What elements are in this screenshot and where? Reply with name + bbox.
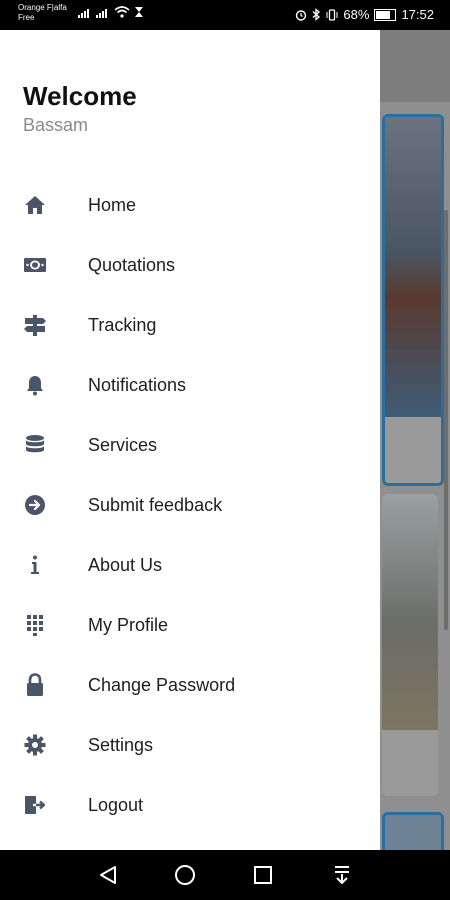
menu-item-label: Quotations: [88, 255, 176, 275]
money-icon: [23, 253, 47, 277]
logout-icon: [23, 793, 47, 817]
menu-item-about-us[interactable]: About Us: [0, 535, 380, 595]
drawer-title: Welcome: [23, 81, 137, 111]
hourglass-icon: [135, 7, 143, 17]
signpost-icon: [23, 313, 47, 337]
navigation-drawer: Welcome Bassam Home Quotations Tracking …: [0, 30, 380, 850]
carrier-line-1: Orange F|alfa: [18, 3, 67, 12]
battery-percent: 68%: [343, 7, 370, 22]
menu-item-change-password[interactable]: Change Password: [0, 655, 380, 715]
home-circle-icon[interactable]: [172, 862, 198, 888]
card-image: [385, 815, 441, 850]
info-icon: [23, 553, 47, 577]
dialpad-icon: [23, 613, 47, 637]
menu-item-label: Settings: [88, 735, 154, 755]
drawer-menu: Home Quotations Tracking Notifications S…: [0, 175, 380, 835]
bell-icon: [23, 373, 47, 397]
system-nav-bar: [0, 850, 450, 900]
signal-icon-2: [96, 8, 107, 18]
ship-image: [385, 117, 441, 417]
notification-pull-icon[interactable]: [329, 862, 355, 888]
carrier-label: Orange F|alfa Free: [18, 3, 78, 23]
background-card: [382, 812, 444, 850]
carrier-line-2: Free: [18, 13, 35, 22]
wifi-icon: [114, 6, 130, 18]
menu-item-label: Services: [88, 435, 158, 455]
menu-item-label: Logout: [88, 795, 144, 815]
background-card: [382, 114, 444, 486]
menu-item-label: Submit feedback: [88, 495, 223, 515]
clock: 17:52: [401, 7, 434, 22]
menu-item-label: Notifications: [88, 375, 187, 395]
menu-item-logout[interactable]: Logout: [0, 775, 380, 835]
database-icon: [23, 433, 47, 457]
menu-item-home[interactable]: Home: [0, 175, 380, 235]
menu-item-settings[interactable]: Settings: [0, 715, 380, 775]
home-icon: [23, 193, 47, 217]
gear-icon: [23, 733, 47, 757]
background-scrollbar: [444, 210, 448, 630]
alarm-icon: [296, 9, 307, 21]
background-card: [382, 494, 438, 796]
back-icon[interactable]: [95, 862, 121, 888]
menu-item-label: Change Password: [88, 675, 236, 695]
menu-item-label: My Profile: [88, 615, 169, 635]
menu-item-label: Tracking: [88, 315, 157, 335]
lock-icon: [23, 673, 47, 697]
user-name: Bassam: [23, 115, 89, 135]
menu-item-label: Home: [88, 195, 137, 215]
menu-item-quotations[interactable]: Quotations: [0, 235, 380, 295]
status-right: 68% 17:52: [295, 7, 434, 22]
recents-icon[interactable]: [250, 862, 276, 888]
status-bar: Orange F|alfa Free 68% 17:52: [0, 0, 450, 30]
signal-icons: [78, 6, 144, 18]
bluetooth-icon: [312, 8, 321, 21]
signal-icon: [78, 8, 89, 18]
arrow-circle-right-icon: [23, 493, 47, 517]
menu-item-label: About Us: [88, 555, 163, 575]
truck-image: [382, 494, 438, 730]
vibrate-icon: [326, 8, 338, 21]
menu-item-services[interactable]: Services: [0, 415, 380, 475]
battery-icon: [374, 8, 397, 21]
menu-item-submit-feedback[interactable]: Submit feedback: [0, 475, 380, 535]
menu-item-my-profile[interactable]: My Profile: [0, 595, 380, 655]
menu-item-notifications[interactable]: Notifications: [0, 355, 380, 415]
menu-item-tracking[interactable]: Tracking: [0, 295, 380, 355]
